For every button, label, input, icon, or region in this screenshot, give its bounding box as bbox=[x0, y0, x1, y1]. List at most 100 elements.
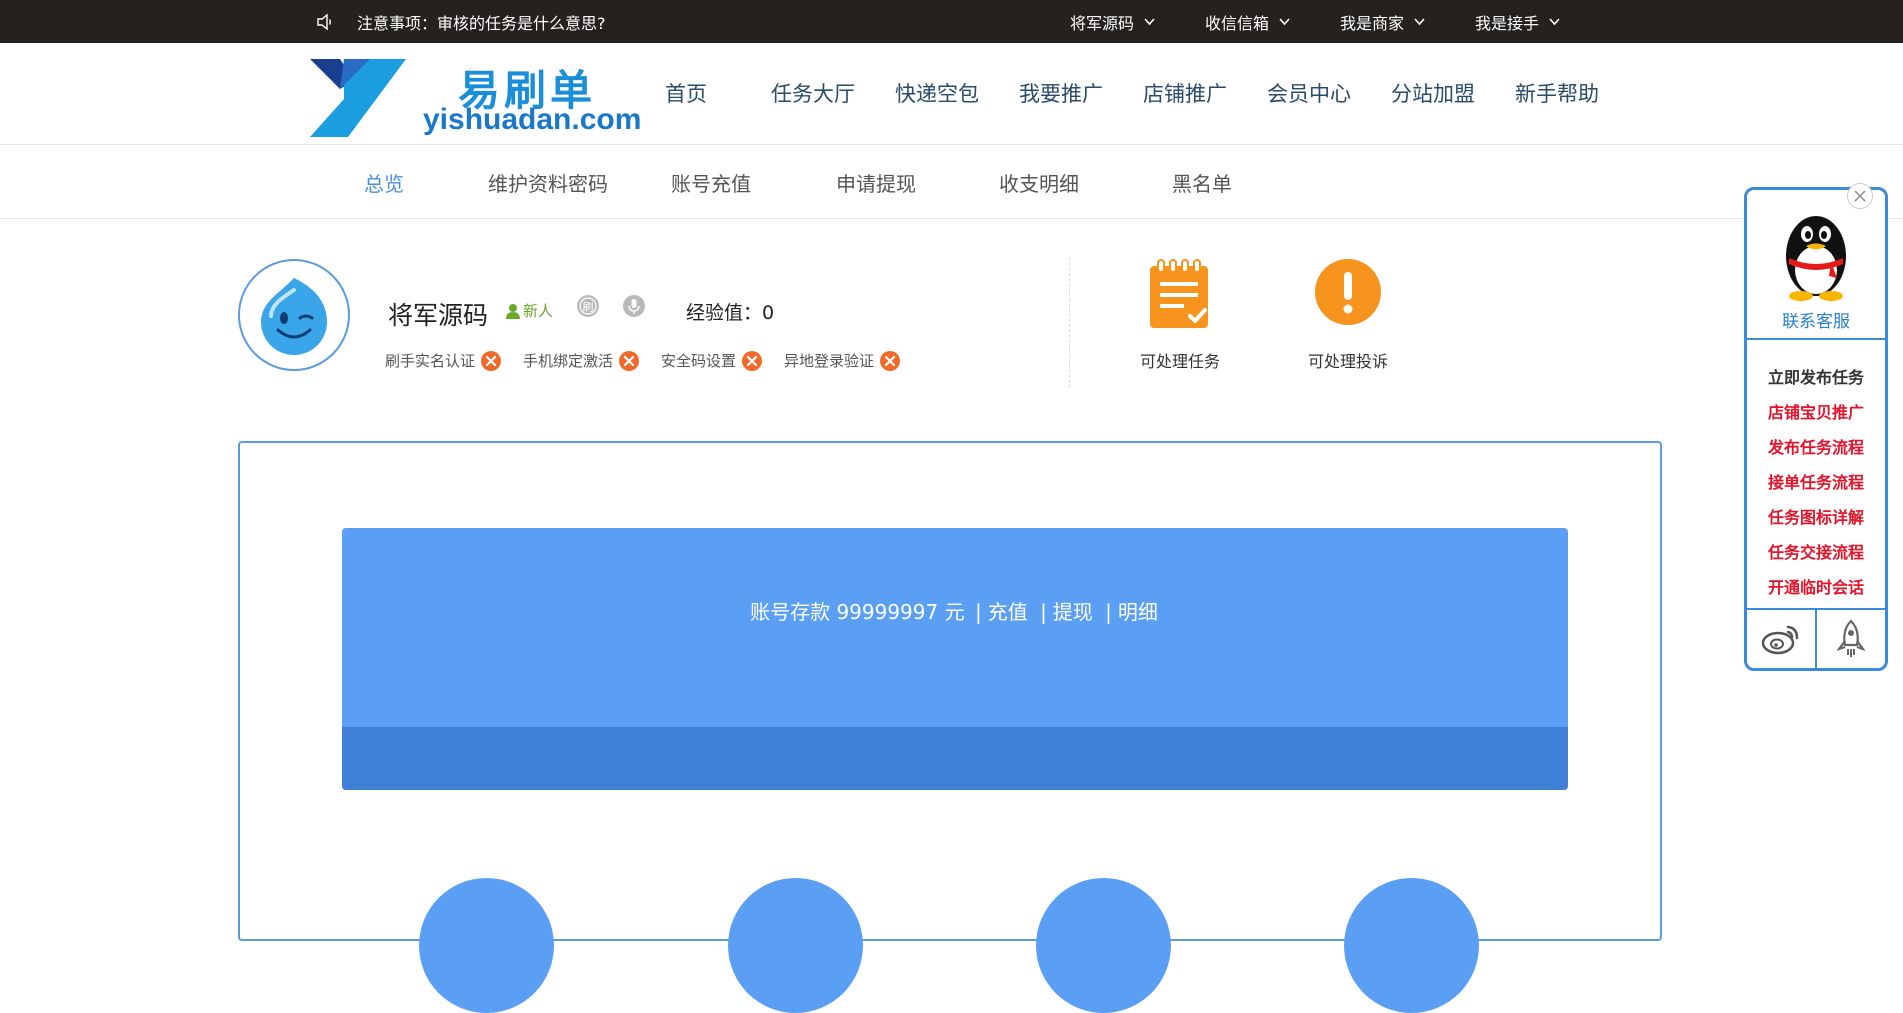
microphone-icon bbox=[623, 295, 645, 317]
chevron-down-icon bbox=[1144, 17, 1155, 25]
separator: | bbox=[974, 600, 982, 624]
main-nav: 首页 任务大厅 快递空包 我要推广 店铺推广 会员中心 分站加盟 新手帮助 bbox=[665, 43, 1639, 143]
shortcut-button-1[interactable] bbox=[419, 878, 554, 1013]
shortcut-button-3[interactable] bbox=[1036, 878, 1171, 1013]
balance-line: 账号存款 99999997 元 | 充值 | 提现 | 明细 bbox=[342, 596, 1568, 625]
verify-remote-login-label: 异地登录验证 bbox=[784, 352, 875, 370]
speaker-icon bbox=[317, 13, 331, 30]
tab-transactions[interactable]: 收支明细 bbox=[999, 146, 1079, 218]
new-user-badge: 新人 bbox=[505, 300, 553, 321]
account-panel: 账号存款 99999997 元 | 充值 | 提现 | 明细 bbox=[238, 441, 1662, 1013]
quick-link-shop-promote[interactable]: 店铺宝贝推广 bbox=[1747, 395, 1885, 430]
balance-label: 账号存款 bbox=[750, 600, 831, 624]
logo-mark bbox=[310, 59, 406, 137]
nav-help[interactable]: 新手帮助 bbox=[1515, 78, 1599, 108]
back-to-top-button[interactable] bbox=[1817, 610, 1885, 668]
logo-text-en: yishuadan.com bbox=[423, 103, 642, 136]
site-logo[interactable]: 易刷单 yishuadan.com bbox=[310, 57, 641, 137]
action-tasks[interactable]: 可处理任务 bbox=[1110, 258, 1250, 372]
quick-link-publish-flow[interactable]: 发布任务流程 bbox=[1747, 430, 1885, 465]
top-menu-merchant[interactable]: 我是商家 bbox=[1340, 10, 1425, 34]
tab-profile-password[interactable]: 维护资料密码 bbox=[488, 146, 608, 218]
tab-blacklist[interactable]: 黑名单 bbox=[1172, 146, 1232, 218]
experience-label: 经验值： bbox=[686, 302, 763, 324]
panel-footer bbox=[1747, 610, 1885, 668]
close-icon bbox=[1854, 190, 1866, 202]
close-circle-icon bbox=[742, 350, 763, 371]
tab-overview[interactable]: 总览 bbox=[364, 146, 404, 218]
tab-recharge[interactable]: 账号充值 bbox=[671, 146, 751, 218]
customer-service-panel: 联系客服 立即发布任务 店铺宝贝推广 发布任务流程 接单任务流程 任务图标详解 … bbox=[1744, 183, 1888, 671]
top-menu-inbox-label: 收信信箱 bbox=[1205, 13, 1270, 33]
verify-remote-login[interactable]: 异地登录验证 bbox=[784, 350, 901, 371]
weibo-button[interactable] bbox=[1747, 610, 1817, 668]
experience-value: 0 bbox=[762, 302, 775, 324]
task-list-icon bbox=[1150, 259, 1208, 328]
top-notice-bar: 注意事项：审核的任务是什么意思? 将军源码 收信信箱 我是商家 我是接手 bbox=[0, 0, 1903, 43]
nav-shop-promote[interactable]: 店铺推广 bbox=[1143, 78, 1227, 108]
quick-link-publish-task[interactable]: 立即发布任务 bbox=[1747, 360, 1885, 395]
nav-task-hall[interactable]: 任务大厅 bbox=[771, 78, 855, 108]
chevron-down-icon bbox=[1414, 17, 1425, 25]
nav-franchise[interactable]: 分站加盟 bbox=[1391, 78, 1475, 108]
divider bbox=[1069, 258, 1070, 388]
withdraw-link[interactable]: 提现 bbox=[1053, 600, 1093, 624]
quick-links: 立即发布任务 店铺宝贝推广 发布任务流程 接单任务流程 任务图标详解 任务交接流… bbox=[1747, 360, 1885, 605]
weibo-icon bbox=[1761, 625, 1799, 655]
separator: | bbox=[1105, 600, 1112, 624]
avatar-face-icon bbox=[261, 278, 327, 355]
quick-link-temp-chat[interactable]: 开通临时会话 bbox=[1747, 570, 1885, 605]
nav-home[interactable]: 首页 bbox=[665, 78, 707, 108]
balance-unit: 元 bbox=[944, 600, 965, 624]
nav-promote[interactable]: 我要推广 bbox=[1019, 78, 1103, 108]
top-menu-taker-label: 我是接手 bbox=[1475, 13, 1540, 33]
notice-text[interactable]: 注意事项：审核的任务是什么意思? bbox=[357, 10, 606, 34]
verify-security-code-label: 安全码设置 bbox=[661, 352, 737, 370]
rocket-icon bbox=[1837, 619, 1865, 657]
header: 易刷单 yishuadan.com 首页 任务大厅 快递空包 我要推广 店铺推广… bbox=[0, 43, 1903, 145]
quick-link-handover-flow[interactable]: 任务交接流程 bbox=[1747, 535, 1885, 570]
profile-name: 将军源码 bbox=[388, 301, 489, 330]
close-circle-icon bbox=[619, 350, 640, 371]
quick-link-take-flow[interactable]: 接单任务流程 bbox=[1747, 465, 1885, 500]
top-menu-merchant-label: 我是商家 bbox=[1340, 13, 1405, 33]
details-link[interactable]: 明细 bbox=[1118, 600, 1158, 624]
qq-penguin-icon[interactable] bbox=[1775, 206, 1857, 302]
recharge-link[interactable]: 充值 bbox=[988, 600, 1028, 624]
user-icon bbox=[506, 303, 520, 319]
top-menu-user-label: 将军源码 bbox=[1070, 13, 1135, 33]
action-tasks-label: 可处理任务 bbox=[1139, 352, 1220, 371]
nav-member-center[interactable]: 会员中心 bbox=[1267, 78, 1351, 108]
close-circle-icon bbox=[880, 350, 901, 371]
quick-link-icon-guide[interactable]: 任务图标详解 bbox=[1747, 500, 1885, 535]
new-user-badge-label: 新人 bbox=[523, 302, 554, 320]
avatar[interactable] bbox=[238, 259, 350, 371]
top-menu: 将军源码 收信信箱 我是商家 我是接手 bbox=[1070, 0, 1610, 43]
chevron-down-icon bbox=[1549, 17, 1560, 25]
top-menu-inbox[interactable]: 收信信箱 bbox=[1205, 10, 1290, 34]
tab-withdraw[interactable]: 申请提现 bbox=[836, 146, 916, 218]
notice: 注意事项：审核的任务是什么意思? bbox=[315, 0, 606, 43]
shortcut-button-2[interactable] bbox=[728, 878, 863, 1013]
action-complaints-label: 可处理投诉 bbox=[1307, 352, 1388, 371]
svg-text:刷: 刷 bbox=[583, 301, 594, 314]
verify-security-code[interactable]: 安全码设置 bbox=[661, 350, 763, 371]
top-menu-taker[interactable]: 我是接手 bbox=[1475, 10, 1560, 34]
top-menu-user[interactable]: 将军源码 bbox=[1070, 10, 1155, 34]
warning-icon bbox=[1315, 259, 1381, 325]
nav-express[interactable]: 快递空包 bbox=[895, 78, 979, 108]
action-complaints[interactable]: 可处理投诉 bbox=[1278, 258, 1418, 372]
verify-real-name-label: 刷手实名认证 bbox=[385, 352, 476, 370]
shortcut-button-4[interactable] bbox=[1344, 878, 1479, 1013]
verify-real-name[interactable]: 刷手实名认证 bbox=[385, 350, 502, 371]
balance-card-footer bbox=[342, 727, 1568, 790]
sub-tabs: 总览 维护资料密码 账号充值 申请提现 收支明细 黑名单 bbox=[0, 146, 1903, 219]
brush-badge-icon: 刷 bbox=[577, 295, 599, 317]
verify-phone-label: 手机绑定激活 bbox=[523, 352, 614, 370]
close-circle-icon bbox=[481, 350, 502, 371]
verification-list: 刷手实名认证 手机绑定激活 安全码设置 异地登录验证 bbox=[385, 350, 922, 371]
experience: 经验值：0 bbox=[686, 298, 774, 325]
verify-phone[interactable]: 手机绑定激活 bbox=[523, 350, 640, 371]
contact-service-link[interactable]: 联系客服 bbox=[1747, 307, 1885, 332]
separator: | bbox=[1040, 600, 1047, 624]
